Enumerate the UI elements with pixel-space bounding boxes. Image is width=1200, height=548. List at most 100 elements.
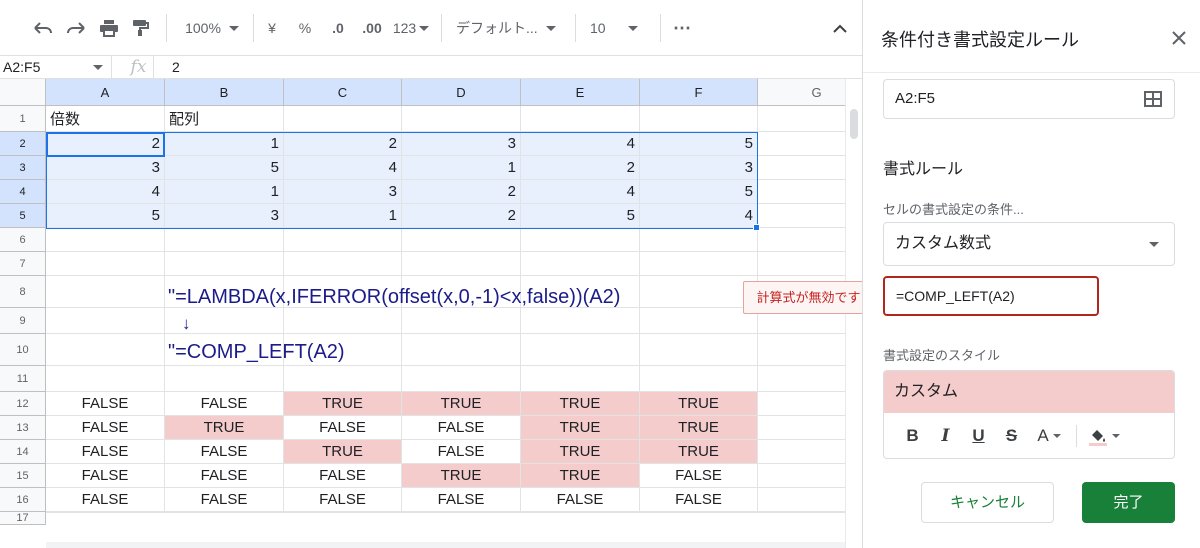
zoom-select[interactable]: 100%	[180, 16, 244, 40]
cell[interactable]: FALSE	[402, 488, 521, 512]
row-header-9[interactable]: 9	[0, 308, 46, 334]
cell[interactable]: 4	[46, 180, 165, 204]
paint-format-button[interactable]	[128, 16, 154, 40]
cell[interactable]: FALSE	[46, 464, 165, 488]
cell[interactable]: FALSE	[640, 464, 758, 488]
percent-format-button[interactable]: %	[295, 16, 315, 40]
condition-select[interactable]: カスタム数式	[883, 222, 1175, 266]
cell[interactable]: 4	[521, 132, 640, 156]
row-header-5[interactable]: 5	[0, 204, 46, 228]
cell[interactable]	[640, 228, 758, 252]
cell[interactable]	[402, 228, 521, 252]
cell[interactable]: FALSE	[46, 392, 165, 416]
cell[interactable]	[402, 308, 521, 334]
cell[interactable]: TRUE	[402, 392, 521, 416]
name-box[interactable]: A2:F5	[0, 56, 112, 78]
row-header-6[interactable]: 6	[0, 228, 46, 252]
cell[interactable]	[640, 252, 758, 276]
cell[interactable]: FALSE	[284, 416, 402, 440]
cell[interactable]: TRUE	[521, 392, 640, 416]
cell[interactable]	[284, 512, 402, 513]
cell[interactable]: 4	[521, 180, 640, 204]
row-header-3[interactable]: 3	[0, 156, 46, 180]
more-button[interactable]: ⋯	[670, 16, 694, 40]
text-color-button[interactable]: A	[1028, 423, 1070, 449]
fill-color-button[interactable]	[1083, 423, 1125, 449]
cell[interactable]: 2	[402, 204, 521, 228]
cell[interactable]: 1	[284, 204, 402, 228]
cell[interactable]: FALSE	[640, 488, 758, 512]
row-header-14[interactable]: 14	[0, 440, 46, 464]
column-header-f[interactable]: F	[640, 79, 758, 106]
cell[interactable]	[46, 366, 165, 392]
cell[interactable]: TRUE	[521, 464, 640, 488]
fill-handle[interactable]	[753, 224, 760, 231]
cell[interactable]: FALSE	[165, 488, 284, 512]
font-select[interactable]: デフォルト...	[456, 16, 564, 40]
cell[interactable]: FALSE	[402, 440, 521, 464]
decrease-decimal-button[interactable]: .0	[326, 16, 350, 40]
style-preview[interactable]: カスタム	[884, 371, 1174, 413]
bold-button[interactable]: B	[896, 423, 929, 449]
cell[interactable]: 2	[284, 132, 402, 156]
cell[interactable]: 5	[46, 204, 165, 228]
cell[interactable]	[46, 228, 165, 252]
cell[interactable]: 3	[284, 180, 402, 204]
cell[interactable]: 1	[402, 156, 521, 180]
cell[interactable]: FALSE	[46, 440, 165, 464]
cell[interactable]	[165, 252, 284, 276]
grid-icon[interactable]	[1144, 91, 1162, 107]
cell[interactable]	[640, 276, 758, 308]
cell[interactable]: 2	[402, 180, 521, 204]
cell[interactable]	[640, 366, 758, 392]
cell[interactable]: TRUE	[640, 440, 758, 464]
cell[interactable]	[284, 308, 402, 334]
underline-button[interactable]: U	[962, 423, 995, 449]
cell[interactable]: FALSE	[521, 488, 640, 512]
cell[interactable]: TRUE	[521, 416, 640, 440]
formula-input[interactable]: 2	[172, 56, 180, 78]
increase-decimal-button[interactable]: .00	[358, 16, 386, 40]
cell[interactable]: TRUE	[640, 392, 758, 416]
column-header-a[interactable]: A	[46, 79, 165, 106]
cell[interactable]: TRUE	[165, 416, 284, 440]
row-header-12[interactable]: 12	[0, 392, 46, 416]
cell[interactable]: 倍数	[46, 106, 165, 132]
strikethrough-button[interactable]: S	[995, 423, 1028, 449]
cell[interactable]: 3	[640, 156, 758, 180]
row-header-17[interactable]: 17	[0, 512, 46, 525]
cell[interactable]	[521, 252, 640, 276]
cell[interactable]	[284, 228, 402, 252]
cell[interactable]	[402, 512, 521, 513]
cell[interactable]: FALSE	[284, 464, 402, 488]
cell[interactable]: 5	[640, 132, 758, 156]
cell[interactable]: 2	[46, 132, 165, 156]
cell[interactable]: 5	[640, 180, 758, 204]
cell[interactable]	[46, 308, 165, 334]
cell[interactable]: 3	[402, 132, 521, 156]
done-button[interactable]: 完了	[1082, 482, 1175, 523]
cell[interactable]	[46, 512, 165, 513]
cell[interactable]	[640, 334, 758, 366]
collapse-toolbar-button[interactable]	[828, 16, 852, 40]
custom-formula-input[interactable]: =COMP_LEFT(A2)	[883, 276, 1099, 316]
row-header-15[interactable]: 15	[0, 464, 46, 488]
horizontal-scrollbar[interactable]	[46, 542, 845, 548]
font-size-select[interactable]: 10	[590, 16, 650, 40]
row-header-2[interactable]: 2	[0, 132, 46, 156]
row-header-7[interactable]: 7	[0, 252, 46, 276]
row-header-10[interactable]: 10	[0, 334, 46, 366]
row-header-16[interactable]: 16	[0, 488, 46, 512]
cell[interactable]: 5	[165, 156, 284, 180]
cell[interactable]	[640, 106, 758, 132]
select-all-corner[interactable]	[0, 79, 46, 106]
cell[interactable]: 3	[46, 156, 165, 180]
cancel-button[interactable]: キャンセル	[921, 482, 1054, 523]
cell[interactable]: TRUE	[284, 392, 402, 416]
cell[interactable]	[46, 252, 165, 276]
undo-button[interactable]	[30, 16, 56, 40]
cell[interactable]: TRUE	[284, 440, 402, 464]
row-header-4[interactable]: 4	[0, 180, 46, 204]
cell[interactable]: 1	[165, 180, 284, 204]
italic-button[interactable]: I	[929, 423, 962, 449]
